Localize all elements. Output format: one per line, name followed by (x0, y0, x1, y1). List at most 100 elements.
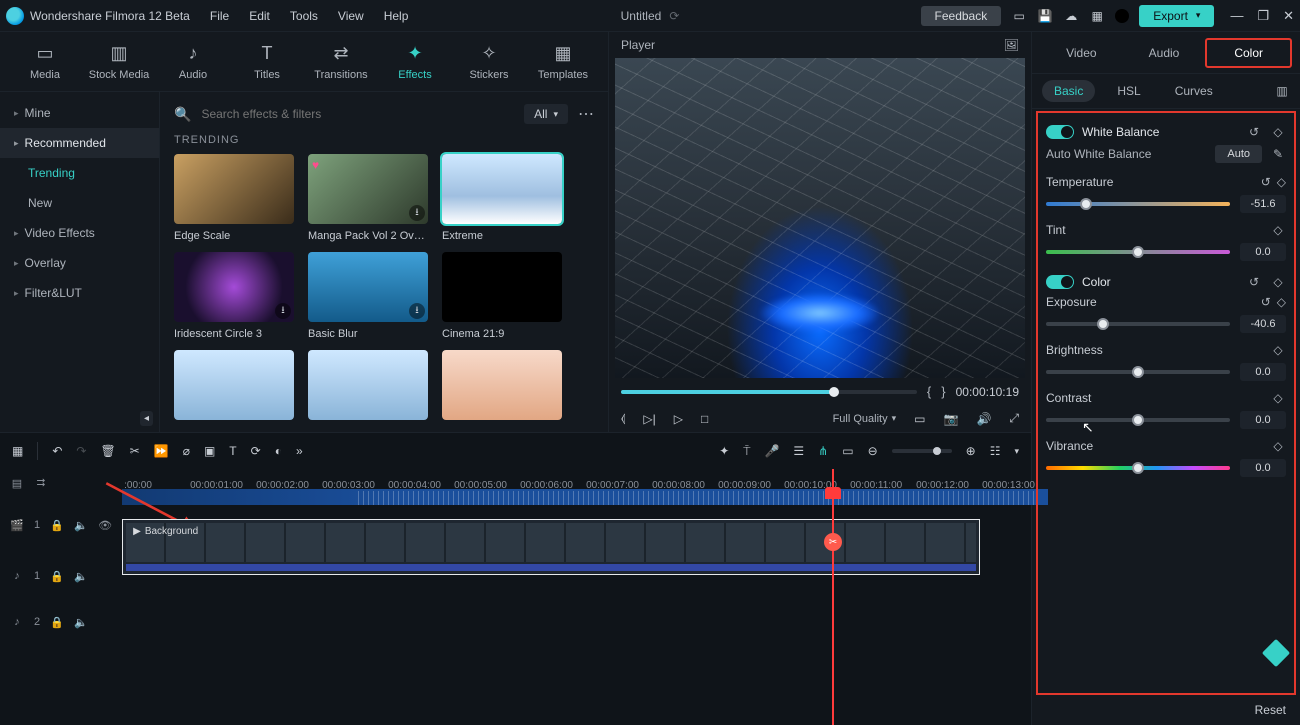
zoom-slider[interactable] (892, 449, 952, 453)
volume-icon[interactable]: 🔊 (976, 412, 991, 426)
con-key-icon[interactable]: ◇ (1270, 391, 1286, 405)
contrast-slider[interactable] (1046, 418, 1230, 422)
exp-reset-icon[interactable]: ↺ (1261, 295, 1271, 309)
frame-icon[interactable]: ▭ (842, 444, 853, 458)
tab-video[interactable]: Video (1040, 40, 1123, 66)
vibrance-value[interactable]: 0.0 (1240, 459, 1286, 477)
speed-icon[interactable]: ⏩ (154, 444, 169, 458)
brightness-slider[interactable] (1046, 370, 1230, 374)
tab-audio[interactable]: Audio (1123, 40, 1206, 66)
menu-edit[interactable]: Edit (249, 9, 270, 23)
tl-layout-icon[interactable]: ▦ (12, 444, 23, 458)
search-input[interactable] (201, 107, 514, 121)
mark-out[interactable]: } (941, 384, 945, 399)
sidebar-item-recommended[interactable]: Recommended (0, 128, 159, 158)
video-clip[interactable]: ▶Background (122, 519, 980, 575)
temp-reset-icon[interactable]: ↺ (1261, 175, 1271, 189)
effect-card[interactable]: ⭳Basic Blur (308, 252, 428, 340)
effect-card[interactable]: Cinema 21:9 (442, 252, 562, 340)
contrast-value[interactable]: 0.0 (1240, 411, 1286, 429)
playhead-handle[interactable] (825, 487, 841, 499)
redo-icon[interactable]: ↷ (76, 444, 86, 458)
track-manage-icon[interactable]: ▤ (10, 477, 24, 490)
eyedropper-icon[interactable]: ✎ (1270, 147, 1286, 161)
vib-key-icon[interactable]: ◇ (1270, 439, 1286, 453)
menu-file[interactable]: File (210, 9, 229, 23)
white-balance-toggle[interactable] (1046, 125, 1074, 139)
tab-stickers[interactable]: ✧Stickers (452, 43, 526, 81)
tab-color[interactable]: Color (1205, 38, 1292, 68)
crop-off-icon[interactable]: ⌀ (183, 444, 190, 458)
video-preview[interactable] (615, 58, 1025, 378)
color-tl-icon[interactable]: ◐ (275, 444, 282, 458)
tint-value[interactable]: 0.0 (1240, 243, 1286, 261)
tab-titles[interactable]: TTitles (230, 43, 304, 81)
apps-icon[interactable]: ▦ (1089, 8, 1105, 24)
tl-dropdown-icon[interactable]: ▾ (1014, 446, 1019, 457)
tab-audio[interactable]: ♪Audio (156, 43, 230, 81)
track-link-icon[interactable]: ⮆ (34, 477, 48, 490)
subtab-basic[interactable]: Basic (1042, 80, 1095, 102)
mute-video-icon[interactable]: 🔈 (74, 519, 88, 532)
timeline-ruler[interactable]: :00:0000:00:01:0000:00:02:0000:00:03:000… (122, 469, 1048, 491)
delete-icon[interactable]: 🗑 (100, 444, 115, 458)
color-toggle[interactable] (1046, 275, 1074, 289)
tl-settings-icon[interactable]: ☷ (990, 444, 1001, 458)
snapshot-area-icon[interactable]: 🖼 (1004, 38, 1019, 52)
avatar[interactable] (1115, 9, 1129, 23)
exposure-slider[interactable] (1046, 322, 1230, 326)
more-tl-icon[interactable]: » (296, 444, 303, 458)
zoom-out-icon[interactable]: ⊖ (868, 444, 878, 458)
mixer-icon[interactable]: ☰ (793, 444, 804, 458)
lock-a2-icon[interactable]: 🔒 (50, 616, 64, 629)
progress-bar[interactable] (621, 390, 917, 394)
magnet-icon[interactable]: ⋔ (818, 444, 828, 458)
window-minimize[interactable]: — (1230, 8, 1243, 24)
export-button[interactable]: Export▾ (1139, 5, 1214, 27)
marker-b-icon[interactable]: ⍑ (743, 444, 750, 459)
effect-card[interactable] (174, 350, 294, 420)
effect-card[interactable]: Extreme (442, 154, 562, 242)
sidebar-item-filter-lut[interactable]: Filter&LUT (0, 278, 159, 308)
text-icon[interactable]: T (229, 444, 236, 458)
crop-icon[interactable]: ▣ (204, 444, 215, 458)
playhead[interactable] (832, 469, 834, 725)
mute-a1-icon[interactable]: 🔈 (74, 570, 88, 583)
quality-selector[interactable]: Full Quality▾ (833, 413, 897, 425)
mute-a2-icon[interactable]: 🔈 (74, 616, 88, 629)
sidebar-item-trending[interactable]: Trending (0, 158, 159, 188)
undo-icon[interactable]: ↶ (52, 444, 62, 458)
reset-button[interactable]: Reset (1255, 703, 1286, 717)
wb-keyframe-icon[interactable]: ◇ (1270, 125, 1286, 139)
sidebar-item-new[interactable]: New (0, 188, 159, 218)
stop-button[interactable]: □ (701, 412, 708, 426)
cloud-icon[interactable]: ☁ (1063, 8, 1079, 24)
split-marker[interactable]: ✂ (824, 533, 842, 551)
temperature-slider[interactable] (1046, 202, 1230, 206)
presets-icon[interactable]: ▥ (1274, 84, 1290, 98)
tint-slider[interactable] (1046, 250, 1230, 254)
more-options[interactable]: ⋯ (578, 104, 594, 124)
layout-icon[interactable]: ▭ (1011, 8, 1027, 24)
rotate-icon[interactable]: ⟳ (251, 444, 261, 458)
mark-in[interactable]: { (927, 384, 931, 399)
tab-templates[interactable]: ▦Templates (526, 43, 600, 81)
window-close[interactable]: ✕ (1283, 8, 1294, 24)
feedback-button[interactable]: Feedback (921, 6, 1002, 26)
prev-frame[interactable]: ⦉ (621, 411, 625, 426)
subtab-curves[interactable]: Curves (1163, 80, 1225, 102)
effect-card[interactable] (308, 350, 428, 420)
color-reset-icon[interactable]: ↺ (1246, 275, 1262, 289)
effect-card[interactable]: ♥⭳Manga Pack Vol 2 Ove... (308, 154, 428, 242)
temp-key-icon[interactable]: ◇ (1277, 175, 1286, 189)
tab-media[interactable]: ▭Media (8, 43, 82, 81)
zoom-in-icon[interactable]: ⊕ (966, 444, 976, 458)
sidebar-item-video-effects[interactable]: Video Effects (0, 218, 159, 248)
lock-icon[interactable]: 🔒 (50, 519, 64, 532)
tint-key-icon[interactable]: ◇ (1270, 223, 1286, 237)
wb-reset-icon[interactable]: ↺ (1246, 125, 1262, 139)
camera-icon[interactable]: 📷 (943, 412, 958, 426)
mic-icon[interactable]: 🎤 (764, 444, 779, 458)
color-key-icon[interactable]: ◇ (1270, 275, 1286, 289)
exposure-value[interactable]: -40.6 (1240, 315, 1286, 333)
